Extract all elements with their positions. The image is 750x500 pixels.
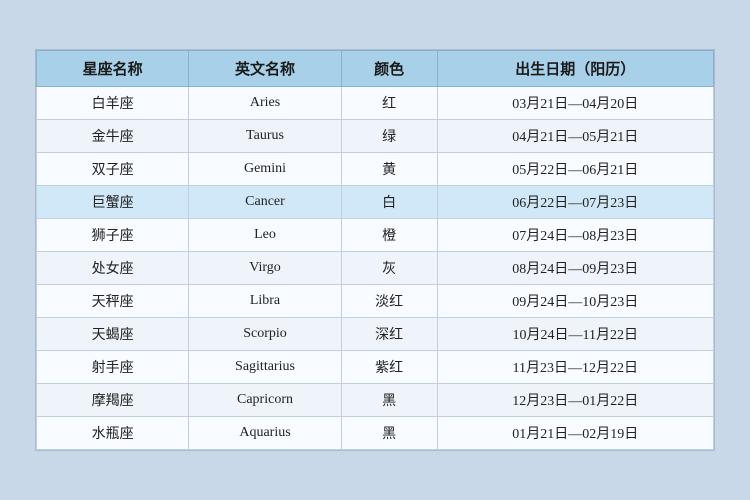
table-row: 射手座Sagittarius紫红11月23日—12月22日	[37, 351, 714, 384]
chinese-name-cell: 水瓶座	[37, 417, 189, 450]
english-name-cell: Aries	[189, 87, 341, 120]
chinese-name-cell: 白羊座	[37, 87, 189, 120]
dates-cell: 08月24日—09月23日	[437, 252, 713, 285]
header-dates: 出生日期（阳历）	[437, 51, 713, 87]
chinese-name-cell: 天蝎座	[37, 318, 189, 351]
dates-cell: 06月22日—07月23日	[437, 186, 713, 219]
english-name-cell: Virgo	[189, 252, 341, 285]
chinese-name-cell: 金牛座	[37, 120, 189, 153]
header-english-name: 英文名称	[189, 51, 341, 87]
dates-cell: 01月21日—02月19日	[437, 417, 713, 450]
chinese-name-cell: 摩羯座	[37, 384, 189, 417]
color-cell: 橙	[341, 219, 437, 252]
chinese-name-cell: 双子座	[37, 153, 189, 186]
color-cell: 灰	[341, 252, 437, 285]
color-cell: 黄	[341, 153, 437, 186]
table-body: 白羊座Aries红03月21日—04月20日金牛座Taurus绿04月21日—0…	[37, 87, 714, 450]
color-cell: 黑	[341, 417, 437, 450]
zodiac-table-container: 星座名称 英文名称 颜色 出生日期（阳历） 白羊座Aries红03月21日—04…	[35, 49, 715, 451]
header-chinese-name: 星座名称	[37, 51, 189, 87]
table-header-row: 星座名称 英文名称 颜色 出生日期（阳历）	[37, 51, 714, 87]
english-name-cell: Libra	[189, 285, 341, 318]
table-row: 处女座Virgo灰08月24日—09月23日	[37, 252, 714, 285]
english-name-cell: Aquarius	[189, 417, 341, 450]
color-cell: 淡红	[341, 285, 437, 318]
english-name-cell: Gemini	[189, 153, 341, 186]
dates-cell: 11月23日—12月22日	[437, 351, 713, 384]
color-cell: 黑	[341, 384, 437, 417]
color-cell: 深红	[341, 318, 437, 351]
english-name-cell: Scorpio	[189, 318, 341, 351]
chinese-name-cell: 巨蟹座	[37, 186, 189, 219]
english-name-cell: Capricorn	[189, 384, 341, 417]
english-name-cell: Sagittarius	[189, 351, 341, 384]
table-row: 水瓶座Aquarius黑01月21日—02月19日	[37, 417, 714, 450]
dates-cell: 12月23日—01月22日	[437, 384, 713, 417]
header-color: 颜色	[341, 51, 437, 87]
chinese-name-cell: 天秤座	[37, 285, 189, 318]
color-cell: 紫红	[341, 351, 437, 384]
table-row: 白羊座Aries红03月21日—04月20日	[37, 87, 714, 120]
chinese-name-cell: 射手座	[37, 351, 189, 384]
table-row: 双子座Gemini黄05月22日—06月21日	[37, 153, 714, 186]
table-row: 巨蟹座Cancer白06月22日—07月23日	[37, 186, 714, 219]
english-name-cell: Leo	[189, 219, 341, 252]
table-row: 金牛座Taurus绿04月21日—05月21日	[37, 120, 714, 153]
dates-cell: 09月24日—10月23日	[437, 285, 713, 318]
chinese-name-cell: 狮子座	[37, 219, 189, 252]
table-row: 天蝎座Scorpio深红10月24日—11月22日	[37, 318, 714, 351]
table-row: 狮子座Leo橙07月24日—08月23日	[37, 219, 714, 252]
dates-cell: 03月21日—04月20日	[437, 87, 713, 120]
english-name-cell: Cancer	[189, 186, 341, 219]
dates-cell: 07月24日—08月23日	[437, 219, 713, 252]
dates-cell: 05月22日—06月21日	[437, 153, 713, 186]
dates-cell: 04月21日—05月21日	[437, 120, 713, 153]
table-row: 天秤座Libra淡红09月24日—10月23日	[37, 285, 714, 318]
dates-cell: 10月24日—11月22日	[437, 318, 713, 351]
table-row: 摩羯座Capricorn黑12月23日—01月22日	[37, 384, 714, 417]
english-name-cell: Taurus	[189, 120, 341, 153]
color-cell: 红	[341, 87, 437, 120]
zodiac-table: 星座名称 英文名称 颜色 出生日期（阳历） 白羊座Aries红03月21日—04…	[36, 50, 714, 450]
color-cell: 绿	[341, 120, 437, 153]
chinese-name-cell: 处女座	[37, 252, 189, 285]
color-cell: 白	[341, 186, 437, 219]
